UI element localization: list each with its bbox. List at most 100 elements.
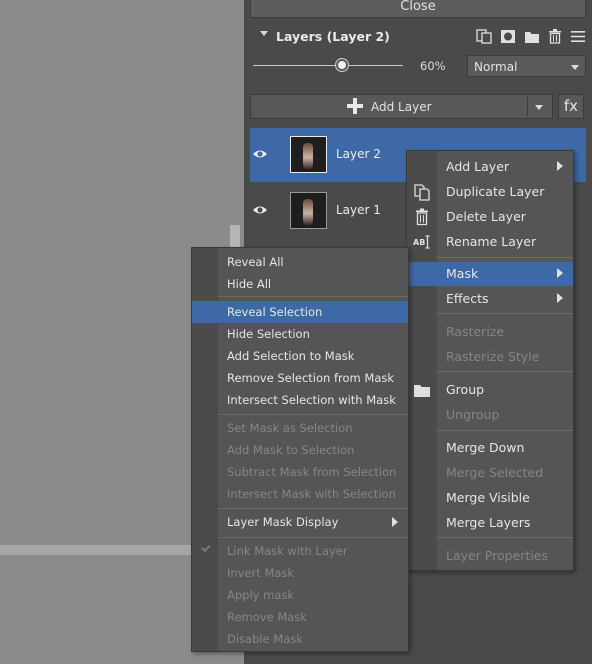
menu-item-group[interactable]: Group (407, 378, 573, 402)
folder-icon (414, 385, 430, 397)
menu-item-reveal-all[interactable]: Reveal All (192, 251, 408, 273)
menu-item-label: Subtract Mask from Selection (227, 465, 397, 479)
menu-item-label: Add Mask to Selection (227, 443, 355, 457)
menu-item-label: Intersect Mask with Selection (227, 487, 396, 501)
menu-item-label: Rename Layer (446, 234, 537, 249)
menu-item-hide-selection[interactable]: Hide Selection (192, 323, 408, 345)
menu-item-remove-selection-from-mask[interactable]: Remove Selection from Mask (192, 367, 408, 389)
menu-item-reveal-selection[interactable]: Reveal Selection (192, 301, 408, 323)
blend-mode-value: Normal (474, 60, 518, 74)
layer-thumbnail (290, 192, 327, 229)
trash-icon[interactable] (547, 29, 563, 44)
menu-item-rasterize-style[interactable]: Rasterize Style (407, 345, 573, 369)
menu-item-label: Set Mask as Selection (227, 421, 353, 435)
opacity-value: 60% (420, 59, 446, 73)
layers-title: Layers (Layer 2) (276, 29, 390, 44)
fx-button[interactable]: fx (558, 94, 584, 119)
folder-icon[interactable] (524, 29, 540, 44)
chevron-down-icon (571, 65, 579, 70)
menu-item-set-mask-as-selection[interactable]: Set Mask as Selection (192, 417, 408, 439)
menu-item-remove-mask[interactable]: Remove Mask (192, 606, 408, 628)
menu-item-hide-all[interactable]: Hide All (192, 273, 408, 295)
submenu-arrow-icon (392, 517, 398, 527)
svg-text:AB: AB (413, 238, 425, 247)
menu-separator (437, 430, 573, 431)
menu-item-rename-layer[interactable]: AB Rename Layer (407, 230, 573, 254)
menu-item-subtract-mask-from-selection[interactable]: Subtract Mask from Selection (192, 461, 408, 483)
mask-submenu: Reveal All Hide All Reveal Selection Hid… (191, 247, 409, 652)
menu-item-label: Invert Mask (227, 566, 295, 580)
menu-item-label: Merge Visible (446, 490, 530, 505)
opacity-slider-handle[interactable] (336, 59, 348, 71)
menu-separator (437, 371, 573, 372)
menu-separator (218, 414, 408, 415)
layer-context-menu: Add Layer Duplicate Layer Delete Layer A… (406, 150, 574, 571)
menu-item-label: Reveal Selection (227, 305, 323, 319)
collapse-chevron-icon[interactable] (260, 31, 268, 36)
duplicate-layer-icon[interactable] (476, 29, 492, 44)
menu-item-label: Intersect Selection with Mask (227, 393, 396, 407)
menu-separator (218, 537, 408, 538)
menu-item-invert-mask[interactable]: Invert Mask (192, 562, 408, 584)
menu-item-layer-properties[interactable]: Layer Properties (407, 544, 573, 568)
menu-icon[interactable] (570, 29, 586, 44)
add-layer-dropdown-icon[interactable] (535, 105, 543, 110)
menu-item-label: Remove Selection from Mask (227, 371, 395, 385)
submenu-arrow-icon (557, 293, 563, 303)
menu-item-link-mask-with-layer[interactable]: Link Mask with Layer (192, 540, 408, 562)
opacity-slider[interactable] (253, 65, 403, 66)
submenu-arrow-icon (557, 268, 563, 278)
menu-separator (437, 257, 573, 258)
menu-separator (437, 313, 573, 314)
menu-item-effects[interactable]: Effects (407, 287, 573, 311)
eye-icon[interactable] (252, 146, 268, 162)
add-layer-button[interactable]: Add Layer (250, 94, 553, 119)
menu-item-ungroup[interactable]: Ungroup (407, 403, 573, 427)
menu-item-add-mask-to-selection[interactable]: Add Mask to Selection (192, 439, 408, 461)
menu-item-intersect-mask-with-selection[interactable]: Intersect Mask with Selection (192, 483, 408, 505)
plus-icon (347, 98, 363, 114)
blend-mode-select[interactable]: Normal (467, 55, 586, 77)
eye-icon[interactable] (252, 202, 268, 218)
menu-item-add-layer[interactable]: Add Layer (407, 155, 573, 179)
menu-item-layer-mask-display[interactable]: Layer Mask Display (192, 511, 408, 533)
trash-icon (416, 208, 428, 226)
menu-item-label: Group (446, 382, 485, 397)
add-mask-icon[interactable] (500, 29, 516, 44)
divider (527, 97, 528, 116)
menu-item-mask[interactable]: Mask (407, 262, 573, 286)
menu-item-label: Delete Layer (446, 209, 526, 224)
menu-item-label: Rasterize Style (446, 349, 540, 364)
layer-thumbnail (290, 136, 327, 173)
menu-item-label: Link Mask with Layer (227, 544, 348, 558)
menu-item-label: Remove Mask (227, 610, 307, 624)
menu-item-label: Layer Properties (446, 548, 548, 563)
menu-item-intersect-selection-with-mask[interactable]: Intersect Selection with Mask (192, 389, 408, 411)
layers-header[interactable]: Layers (Layer 2) (250, 26, 586, 48)
menu-item-delete-layer[interactable]: Delete Layer (407, 205, 573, 229)
menu-item-merge-visible[interactable]: Merge Visible (407, 486, 573, 510)
submenu-arrow-icon (557, 161, 563, 171)
menu-item-label: Apply mask (227, 588, 295, 602)
menu-separator (218, 296, 408, 297)
close-button[interactable]: Close (250, 0, 586, 18)
menu-item-label: Hide Selection (227, 327, 310, 341)
menu-item-merge-layers[interactable]: Merge Layers (407, 511, 573, 535)
menu-item-merge-selected[interactable]: Merge Selected (407, 461, 573, 485)
menu-item-duplicate-layer[interactable]: Duplicate Layer (407, 180, 573, 204)
menu-item-rasterize[interactable]: Rasterize (407, 320, 573, 344)
layer-name: Layer 2 (336, 147, 381, 161)
menu-item-label: Mask (446, 266, 479, 281)
menu-item-label: Hide All (227, 277, 272, 291)
menu-item-merge-down[interactable]: Merge Down (407, 436, 573, 460)
menu-item-label: Add Selection to Mask (227, 349, 355, 363)
menu-item-label: Duplicate Layer (446, 184, 545, 199)
add-layer-label: Add Layer (371, 100, 432, 114)
menu-item-label: Rasterize (446, 324, 505, 339)
rename-icon: AB (413, 235, 430, 249)
menu-item-apply-mask[interactable]: Apply mask (192, 584, 408, 606)
menu-item-label: Effects (446, 291, 489, 306)
menu-item-add-selection-to-mask[interactable]: Add Selection to Mask (192, 345, 408, 367)
menu-item-disable-mask[interactable]: Disable Mask (192, 628, 408, 650)
checkmark-icon (201, 542, 211, 553)
